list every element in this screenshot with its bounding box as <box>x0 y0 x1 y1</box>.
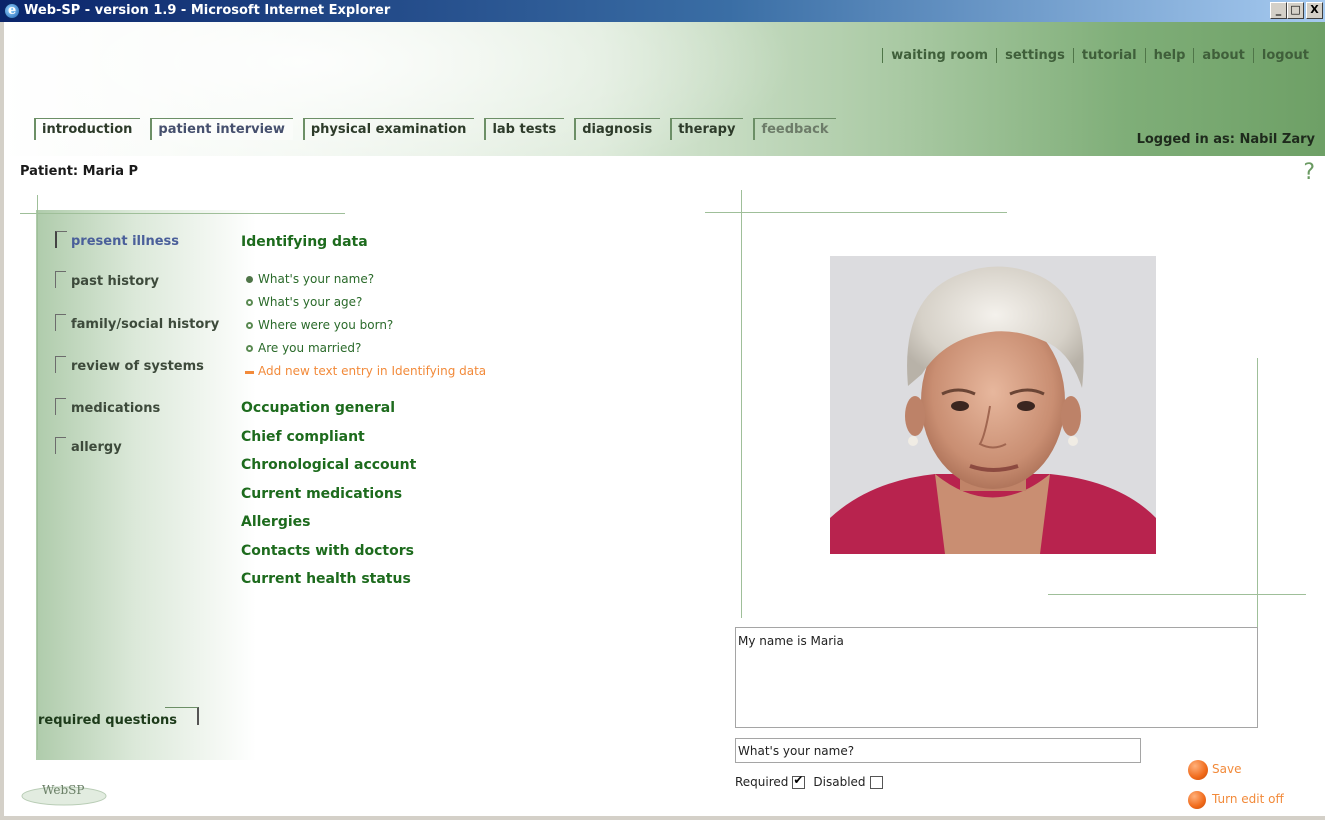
radio-icon <box>246 322 253 329</box>
divider-line <box>741 190 742 618</box>
tab-patient-interview[interactable]: patient interview <box>150 118 293 140</box>
window-title: Web-SP - version 1.9 - Microsoft Interne… <box>24 3 391 18</box>
radio-icon <box>246 345 253 352</box>
answer-textarea[interactable]: My name is Maria <box>735 627 1258 728</box>
window-frame-bottom <box>0 816 1325 820</box>
question-input[interactable] <box>735 738 1141 763</box>
question-item[interactable]: Are you married? <box>244 341 361 355</box>
nav-about[interactable]: about <box>1193 48 1252 63</box>
tab-diagnosis[interactable]: diagnosis <box>574 118 661 140</box>
divider-line <box>20 213 345 214</box>
top-navigation: waiting room settings tutorial help abou… <box>882 48 1317 63</box>
tab-lab-tests[interactable]: lab tests <box>484 118 565 140</box>
divider-line <box>1257 358 1258 633</box>
tab-physical-examination[interactable]: physical examination <box>302 118 475 140</box>
window-title-bar: Web-SP - version 1.9 - Microsoft Interne… <box>0 0 1325 22</box>
section-chief-compliant[interactable]: Chief compliant <box>241 429 365 445</box>
nav-settings[interactable]: settings <box>996 48 1073 63</box>
nav-waiting-room[interactable]: waiting room <box>882 48 996 63</box>
logo-text: WebSP <box>42 783 84 797</box>
section-allergies[interactable]: Allergies <box>241 514 310 530</box>
websp-logo: WebSP <box>20 776 108 806</box>
nav-tutorial[interactable]: tutorial <box>1072 48 1145 63</box>
sidebar-item-past-history[interactable]: past history <box>55 271 159 289</box>
question-item[interactable]: Where were you born? <box>244 318 393 332</box>
radio-icon <box>246 299 253 306</box>
divider-line <box>37 195 38 750</box>
section-occupation-general[interactable]: Occupation general <box>241 400 395 416</box>
question-options: Required Disabled <box>735 773 883 789</box>
add-entry-link[interactable]: Add new text entry in Identifying data <box>244 364 486 378</box>
sidebar-background <box>36 210 256 760</box>
save-button[interactable]: Save <box>1188 760 1241 780</box>
section-contacts-with-doctors[interactable]: Contacts with doctors <box>241 543 414 559</box>
patient-portrait-image <box>830 256 1156 554</box>
minimize-button[interactable]: _ <box>1270 2 1287 19</box>
orange-ball-icon <box>1188 791 1206 809</box>
logged-in-label: Logged in as: Nabil Zary <box>1136 132 1315 147</box>
sidebar-item-family-social-history[interactable]: family/social history <box>55 314 219 332</box>
orange-ball-icon <box>1188 760 1208 780</box>
required-checkbox[interactable] <box>792 773 806 789</box>
nav-logout[interactable]: logout <box>1252 48 1317 63</box>
turn-edit-off-button[interactable]: Turn edit off <box>1188 791 1284 809</box>
help-question-icon[interactable]: ? <box>1303 160 1315 185</box>
sidebar-item-review-of-systems[interactable]: review of systems <box>55 356 204 374</box>
question-item[interactable]: What's your name? <box>244 272 374 286</box>
question-item[interactable]: What's your age? <box>244 295 362 309</box>
divider-line <box>705 212 1007 213</box>
tab-introduction[interactable]: introduction <box>34 118 141 140</box>
main-tabs: introduction patient interview physical … <box>34 118 837 140</box>
sidebar-item-medications[interactable]: medications <box>55 398 160 416</box>
nav-help[interactable]: help <box>1144 48 1194 63</box>
minus-icon <box>245 371 254 374</box>
internet-explorer-icon <box>4 0 20 22</box>
radio-selected-icon <box>246 276 253 283</box>
required-questions-link[interactable]: required questions <box>38 707 200 728</box>
section-current-health-status[interactable]: Current health status <box>241 571 411 587</box>
tab-therapy[interactable]: therapy <box>670 118 744 140</box>
divider-line <box>1048 594 1306 595</box>
required-label: Required <box>735 775 789 789</box>
tab-feedback[interactable]: feedback <box>753 118 837 140</box>
section-chronological-account[interactable]: Chronological account <box>241 457 416 473</box>
disabled-label: Disabled <box>813 775 866 789</box>
maximize-button[interactable]: □ <box>1287 2 1304 19</box>
sidebar-item-allergy[interactable]: allergy <box>55 437 122 455</box>
patient-photo <box>830 256 1156 554</box>
tab-marker-icon <box>165 707 200 725</box>
window-controls: _ □ X <box>1270 2 1323 19</box>
app-header: waiting room settings tutorial help abou… <box>4 22 1325 156</box>
sidebar-item-present-illness[interactable]: present illness <box>55 231 179 249</box>
patient-name: Patient: Maria P <box>20 164 139 179</box>
section-identifying-data[interactable]: Identifying data <box>241 234 368 250</box>
close-button[interactable]: X <box>1306 2 1323 19</box>
disabled-checkbox[interactable] <box>869 775 883 789</box>
section-current-medications[interactable]: Current medications <box>241 486 402 502</box>
